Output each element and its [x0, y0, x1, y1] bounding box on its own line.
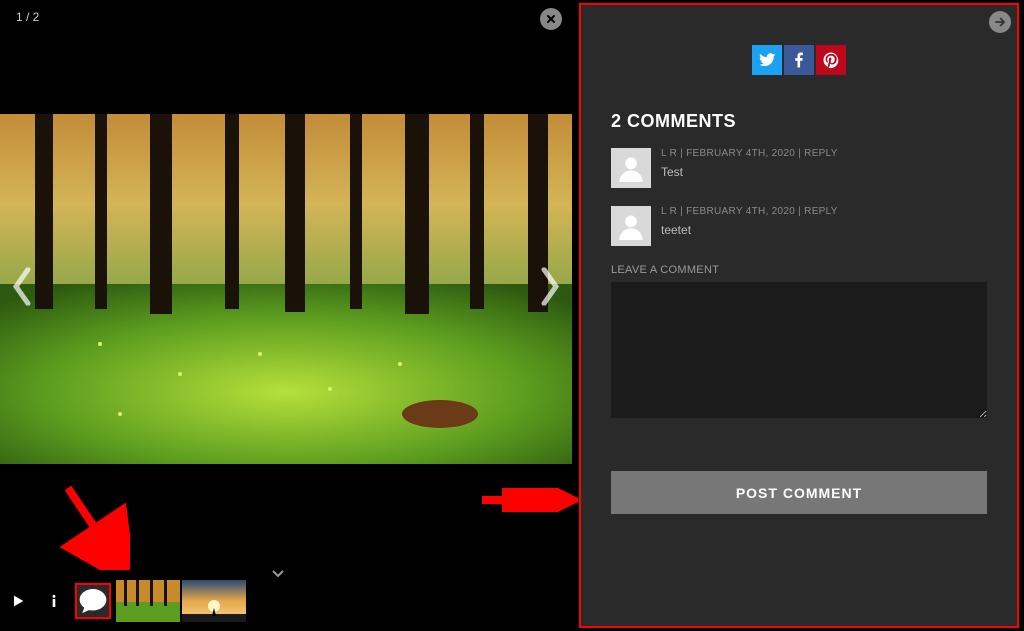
comments-heading: 2 COMMENTS: [611, 111, 987, 132]
share-pinterest-button[interactable]: [816, 45, 846, 75]
facebook-icon: [790, 51, 808, 69]
share-facebook-button[interactable]: [784, 45, 814, 75]
comments-panel: 2 COMMENTS L R | FEBRUARY 4TH, 2020 | RE…: [579, 3, 1019, 628]
pinterest-icon: [822, 51, 840, 69]
close-icon: [545, 13, 557, 25]
chevron-right-icon: [538, 268, 562, 306]
comments-toggle-button[interactable]: [75, 583, 111, 619]
play-icon: [10, 593, 26, 609]
play-button[interactable]: [0, 578, 36, 624]
annotation-arrow-1: [60, 480, 130, 570]
main-image: [0, 114, 572, 464]
speech-bubble-icon: [77, 585, 109, 617]
collapse-panel-button[interactable]: [989, 11, 1011, 33]
image-viewer: 1 / 2: [0, 0, 572, 631]
image-counter: 1 / 2: [16, 10, 39, 24]
comment-textarea[interactable]: [611, 282, 987, 418]
thumbnail-1[interactable]: [116, 580, 180, 622]
next-button[interactable]: [538, 268, 562, 311]
comment-item: L R | FEBRUARY 4TH, 2020 | REPLY Test: [611, 148, 987, 188]
prev-button[interactable]: [10, 268, 34, 311]
twitter-icon: [758, 51, 776, 69]
comment-text: teetet: [661, 223, 838, 237]
reply-link[interactable]: REPLY: [804, 148, 838, 159]
leave-comment-label: LEAVE A COMMENT: [611, 264, 987, 276]
comment-text: Test: [661, 165, 838, 179]
thumbnail-2[interactable]: [182, 580, 246, 622]
annotation-arrow-2: [478, 488, 578, 512]
comment-meta: L R | FEBRUARY 4TH, 2020 | REPLY: [661, 206, 838, 217]
thumbnail-collapse-button[interactable]: [272, 565, 284, 583]
close-button[interactable]: [540, 8, 562, 30]
arrow-right-icon: [993, 15, 1007, 29]
chevron-left-icon: [10, 268, 34, 306]
avatar: [611, 148, 651, 188]
comment-item: L R | FEBRUARY 4TH, 2020 | REPLY teetet: [611, 206, 987, 246]
bottom-toolbar: [0, 573, 246, 628]
thumbnail-strip: [116, 580, 246, 622]
social-share-row: [611, 45, 987, 75]
user-icon: [617, 212, 645, 240]
comment-meta: L R | FEBRUARY 4TH, 2020 | REPLY: [661, 148, 838, 159]
post-comment-button[interactable]: POST COMMENT: [611, 471, 987, 514]
share-twitter-button[interactable]: [752, 45, 782, 75]
avatar: [611, 206, 651, 246]
reply-link[interactable]: REPLY: [804, 206, 838, 217]
info-icon: [46, 593, 62, 609]
chevron-down-icon: [272, 570, 284, 578]
info-button[interactable]: [36, 578, 72, 624]
user-icon: [617, 154, 645, 182]
